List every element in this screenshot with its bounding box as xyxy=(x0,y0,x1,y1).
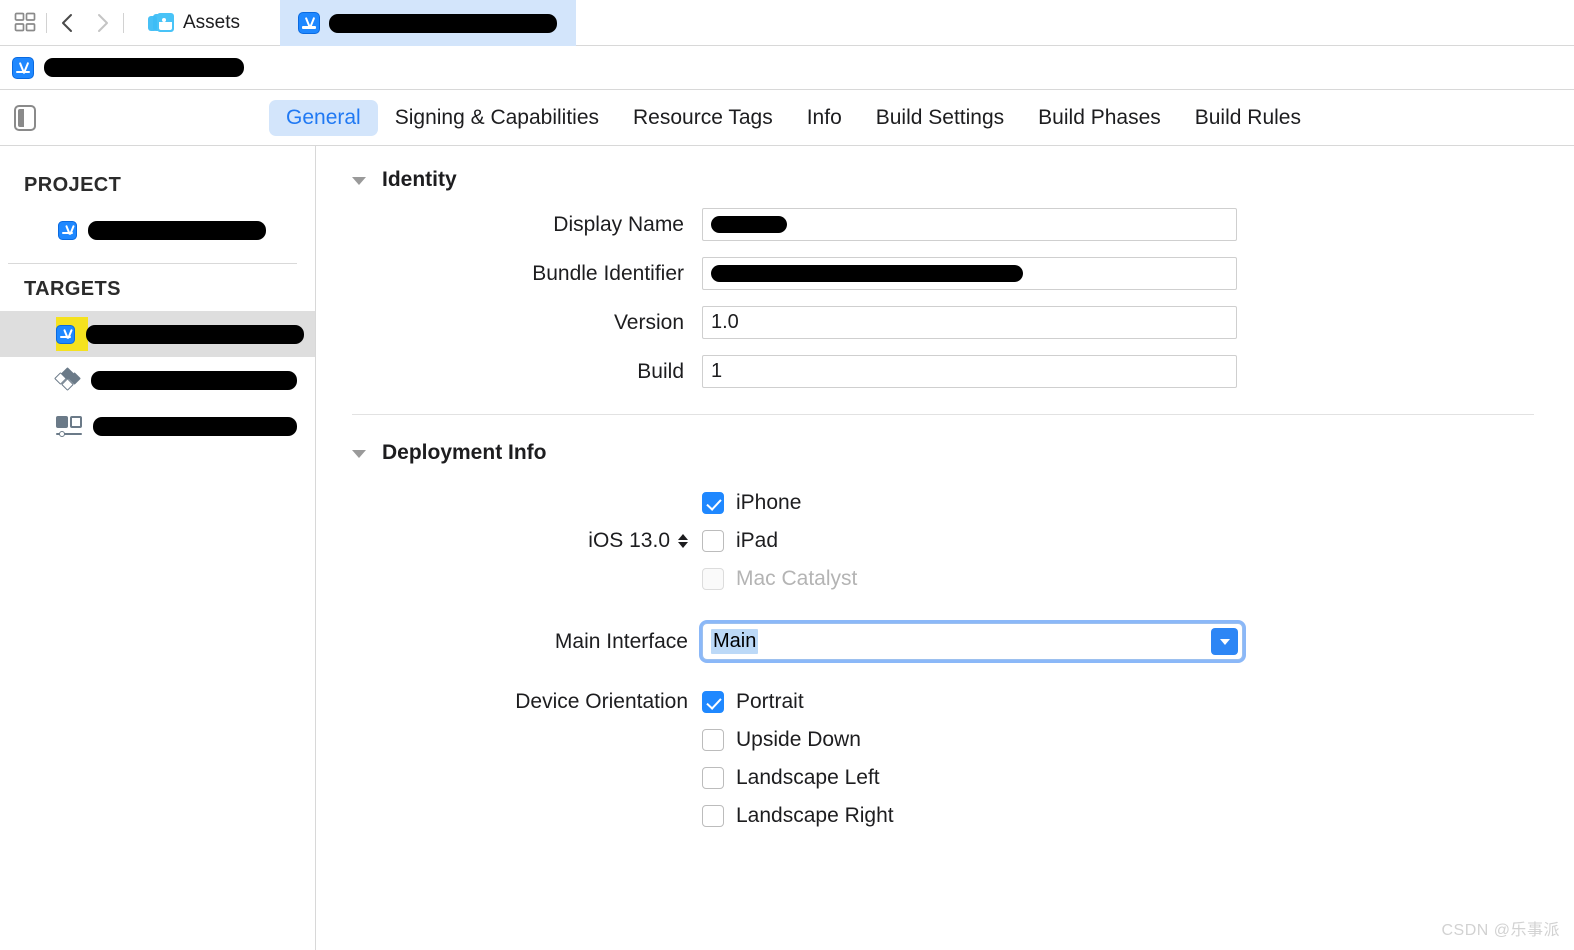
sidebar-section-project: PROJECT xyxy=(24,174,122,196)
sidebar-item-target-app[interactable] xyxy=(0,311,315,357)
section-header-identity[interactable]: Identity xyxy=(316,146,1574,192)
field-label: Version xyxy=(613,310,684,334)
editor-tab-bar: General Signing & Capabilities Resource … xyxy=(0,90,1574,146)
chevron-down-icon[interactable] xyxy=(352,177,366,185)
unit-test-diamond-icon xyxy=(54,367,81,391)
xcode-project-icon xyxy=(12,56,34,79)
redacted-target-label xyxy=(91,370,297,390)
redacted-breadcrumb-label xyxy=(44,58,244,77)
checkbox-box[interactable] xyxy=(702,530,724,552)
sidebar-item-target-ui-tests[interactable] xyxy=(0,403,315,449)
field-build: Build 1 xyxy=(316,355,1574,388)
main-interface-combobox[interactable]: Main xyxy=(702,623,1243,660)
tab-build-settings[interactable]: Build Settings xyxy=(859,100,1021,136)
redacted-field-value xyxy=(711,265,1023,282)
checkbox-label: Landscape Right xyxy=(736,804,894,827)
bundle-identifier-input[interactable] xyxy=(702,257,1237,290)
checkbox-iphone[interactable]: iPhone xyxy=(702,491,857,515)
redacted-project-name xyxy=(329,13,558,33)
window-tab-project[interactable] xyxy=(280,0,577,46)
checkbox-mac-catalyst: Mac Catalyst xyxy=(702,567,857,591)
checkbox-ipad[interactable]: iPad xyxy=(702,529,857,553)
multiple-windows-icon[interactable] xyxy=(8,6,42,40)
tab-build-phases[interactable]: Build Phases xyxy=(1021,100,1178,136)
section-title: Deployment Info xyxy=(382,441,547,464)
checkbox-upside-down[interactable]: Upside Down xyxy=(702,728,894,752)
field-label: Bundle Identifier xyxy=(532,261,684,285)
sidebar-item-target-unit-tests[interactable] xyxy=(0,357,315,403)
version-input[interactable]: 1.0 xyxy=(702,306,1237,339)
redacted-target-label xyxy=(93,416,297,436)
main-interface-value[interactable]: Main xyxy=(711,629,759,654)
redacted-project-label xyxy=(88,220,266,240)
editor-body: PROJECT TARGETS Identity Display Name Bu… xyxy=(0,146,1574,950)
checkbox-label: Portrait xyxy=(736,690,804,713)
assets-photo-stack-icon xyxy=(148,12,174,34)
tab-info[interactable]: Info xyxy=(790,100,859,136)
build-input[interactable]: 1 xyxy=(702,355,1237,388)
chevron-down-icon[interactable] xyxy=(1211,628,1238,655)
chevron-down-icon[interactable] xyxy=(352,450,366,458)
ui-test-icon xyxy=(56,415,82,437)
device-family-checkboxes: iPhone iPad Mac Catalyst xyxy=(702,491,857,591)
checkbox-landscape-right[interactable]: Landscape Right xyxy=(702,804,894,828)
breadcrumb[interactable] xyxy=(0,46,1574,90)
toolbar-divider xyxy=(46,12,47,33)
chevron-left-icon[interactable] xyxy=(51,6,85,40)
row-main-interface: Main Interface Main xyxy=(316,623,1574,660)
checkbox-portrait[interactable]: Portrait xyxy=(702,690,894,714)
checkbox-box[interactable] xyxy=(702,492,724,514)
display-name-input[interactable] xyxy=(702,208,1237,241)
section-title: Identity xyxy=(382,168,457,191)
tab-build-rules[interactable]: Build Rules xyxy=(1178,100,1318,136)
checkbox-landscape-left[interactable]: Landscape Left xyxy=(702,766,894,790)
stepper-up-down-icon[interactable] xyxy=(678,534,688,548)
window-tab-label: Assets xyxy=(183,12,241,33)
device-orientation-label: Device Orientation xyxy=(515,690,688,713)
row-deployment-target: iOS 13.0 iPhone iPad Mac Catalyst xyxy=(316,491,1574,591)
deployment-target-stepper[interactable]: iOS 13.0 xyxy=(352,491,702,591)
checkbox-label: Upside Down xyxy=(736,728,861,751)
checkbox-box[interactable] xyxy=(702,729,724,751)
tab-resource-tags[interactable]: Resource Tags xyxy=(616,100,790,136)
window-tab-assets[interactable]: Assets xyxy=(134,0,280,46)
xcode-project-icon xyxy=(58,220,77,240)
chevron-right-icon[interactable] xyxy=(85,6,119,40)
xcode-project-editor-window: Assets General Signing & Capabilities Re… xyxy=(0,0,1574,950)
field-label: Build xyxy=(637,359,684,383)
checkbox-box[interactable] xyxy=(702,805,724,827)
navigation-cluster xyxy=(0,0,134,45)
main-interface-label: Main Interface xyxy=(554,629,688,653)
sidebar-section-targets: TARGETS xyxy=(24,278,121,300)
device-orientation-checkboxes: Portrait Upside Down Landscape Left Land… xyxy=(702,690,894,828)
checkbox-label: iPad xyxy=(736,529,779,552)
tab-general[interactable]: General xyxy=(269,99,378,136)
watermark: CSDN @乐事派 xyxy=(1441,922,1560,939)
checkbox-label: iPhone xyxy=(736,491,802,514)
checkbox-box[interactable] xyxy=(702,767,724,789)
redacted-target-label xyxy=(86,324,304,344)
section-header-deployment-info[interactable]: Deployment Info xyxy=(316,415,1574,465)
field-label: Display Name xyxy=(553,212,684,236)
project-navigator-sidebar: PROJECT TARGETS xyxy=(0,146,316,950)
xcode-project-icon xyxy=(298,12,321,34)
field-version: Version 1.0 xyxy=(316,306,1574,339)
toolbar-divider xyxy=(123,12,124,33)
field-display-name: Display Name xyxy=(316,208,1574,241)
checkbox-box[interactable] xyxy=(702,691,724,713)
deployment-target-value: iOS 13.0 xyxy=(588,529,670,552)
checkbox-box xyxy=(702,568,724,590)
general-settings-pane: Identity Display Name Bundle Identifier … xyxy=(316,146,1574,950)
redacted-field-value xyxy=(711,216,787,233)
sidebar-item-project[interactable] xyxy=(0,207,315,253)
field-bundle-identifier: Bundle Identifier xyxy=(316,257,1574,290)
app-target-icon xyxy=(56,324,75,344)
editor-tabs: General Signing & Capabilities Resource … xyxy=(269,99,1318,136)
row-device-orientation: Device Orientation Portrait Upside Down … xyxy=(316,690,1574,828)
sidebar-toggle-icon[interactable] xyxy=(14,104,36,131)
tab-signing-capabilities[interactable]: Signing & Capabilities xyxy=(378,100,616,136)
window-tab-strip: Assets xyxy=(0,0,1574,46)
checkbox-label: Mac Catalyst xyxy=(736,567,858,590)
checkbox-label: Landscape Left xyxy=(736,766,880,789)
